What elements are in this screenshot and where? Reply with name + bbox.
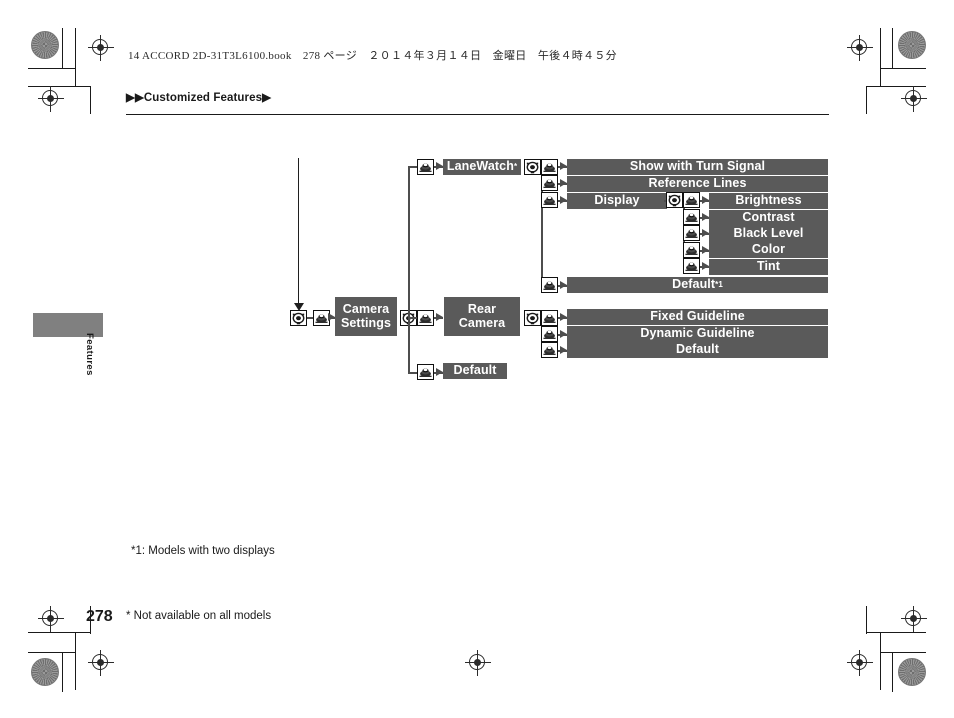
menu-item-black-level[interactable]: Black Level xyxy=(709,226,828,242)
arrow xyxy=(702,262,709,270)
selector-knob-icon xyxy=(417,310,434,326)
arrow xyxy=(702,229,709,237)
menu-item-tint[interactable]: Tint xyxy=(709,259,828,275)
menu-label-line2: Camera xyxy=(458,315,506,330)
arrow xyxy=(436,368,443,376)
enter-button-icon xyxy=(524,310,541,326)
arrow xyxy=(560,346,567,354)
selector-knob-icon xyxy=(683,258,700,274)
menu-item-default-root[interactable]: Default xyxy=(443,363,507,379)
menu-label: Dynamic Guideline xyxy=(640,326,755,341)
menu-item-fixed-guideline[interactable]: Fixed Guideline xyxy=(567,309,828,325)
arrow xyxy=(436,313,443,321)
trunk-connector xyxy=(408,166,410,318)
manual-page: 14 ACCORD 2D-31T3L6100.book 278 ページ ２０１４… xyxy=(0,0,954,718)
enter-button-icon xyxy=(524,159,541,175)
selector-knob-icon xyxy=(541,277,558,293)
arrow xyxy=(560,330,567,338)
menu-item-dynamic-guideline[interactable]: Dynamic Guideline xyxy=(567,326,828,342)
menu-label: Display xyxy=(594,193,640,208)
menu-label-line1: Rear xyxy=(467,302,497,317)
enter-button-icon xyxy=(290,310,307,326)
menu-item-camera-settings[interactable]: Camera Settings xyxy=(335,297,397,336)
selector-knob-icon xyxy=(541,192,558,208)
menu-label: Color xyxy=(751,242,786,257)
selector-knob-icon xyxy=(417,159,434,175)
menu-item-color[interactable]: Color xyxy=(709,242,828,258)
arrow xyxy=(560,196,567,204)
menu-label: Fixed Guideline xyxy=(650,309,745,324)
entry-connector xyxy=(298,158,300,304)
connector xyxy=(408,166,417,168)
selector-knob-icon xyxy=(541,175,558,191)
selector-knob-icon xyxy=(683,242,700,258)
menu-item-lanewatch[interactable]: LaneWatch * xyxy=(443,159,521,175)
menu-label: LaneWatch xyxy=(446,159,514,174)
arrow xyxy=(702,196,709,204)
trunk-connector xyxy=(408,317,410,373)
menu-label: Tint xyxy=(756,259,781,274)
connector xyxy=(408,317,417,319)
page-number: 278 xyxy=(86,608,113,625)
menu-item-reference-lines[interactable]: Reference Lines xyxy=(567,176,828,192)
selector-knob-icon xyxy=(541,159,558,175)
arrow xyxy=(560,162,567,170)
menu-label-line2: Settings xyxy=(340,315,392,330)
menu-item-default-lanewatch[interactable]: Default *1 xyxy=(567,277,828,293)
menu-label-line1: Camera xyxy=(342,302,390,317)
menu-label: Contrast xyxy=(742,210,795,225)
menu-label: Reference Lines xyxy=(648,176,747,191)
arrow xyxy=(560,179,567,187)
selector-knob-icon xyxy=(541,342,558,358)
menu-label: Brightness xyxy=(735,193,802,208)
enter-button-icon xyxy=(666,192,683,208)
arrow xyxy=(702,246,709,254)
arrow xyxy=(560,313,567,321)
menu-label: Show with Turn Signal xyxy=(629,159,766,174)
menu-label: Default xyxy=(453,363,497,378)
selector-knob-icon xyxy=(541,326,558,342)
selector-knob-icon xyxy=(683,209,700,225)
selector-knob-icon xyxy=(683,192,700,208)
menu-item-show-with-turn-signal[interactable]: Show with Turn Signal xyxy=(567,159,828,175)
arrow xyxy=(702,213,709,221)
menu-item-rear-camera[interactable]: Rear Camera xyxy=(444,297,520,336)
menu-label: Black Level xyxy=(733,226,804,241)
connector xyxy=(408,372,417,374)
menu-label: Default xyxy=(675,342,720,357)
arrow xyxy=(436,162,443,170)
arrow xyxy=(328,313,335,321)
selector-knob-icon xyxy=(417,364,434,380)
selector-knob-icon xyxy=(541,310,558,326)
menu-item-brightness[interactable]: Brightness xyxy=(709,193,828,209)
footnote-not-available: * Not available on all models xyxy=(126,610,272,622)
menu-item-contrast[interactable]: Contrast xyxy=(709,210,828,226)
footnote-two-displays: *1: Models with two displays xyxy=(131,545,275,557)
selector-knob-icon xyxy=(683,225,700,241)
menu-item-default-rear-camera[interactable]: Default xyxy=(567,342,828,358)
menu-label: Default xyxy=(672,277,716,292)
menu-item-display[interactable]: Display xyxy=(567,193,667,209)
arrow xyxy=(560,281,567,289)
